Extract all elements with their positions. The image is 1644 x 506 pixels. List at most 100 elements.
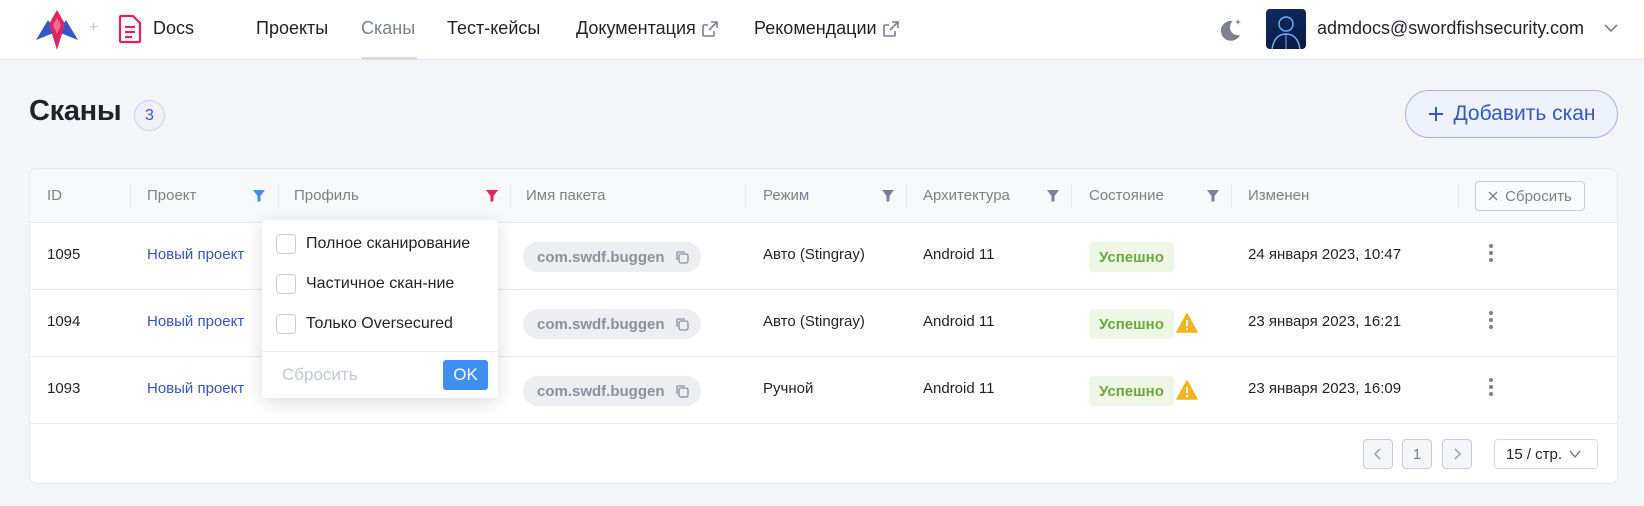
column-divider: [745, 184, 746, 208]
filter-option-label: Частичное скан-ние: [306, 275, 455, 292]
checkbox[interactable]: [276, 274, 296, 294]
scan-id: 1095: [47, 246, 81, 263]
plus-icon: [1429, 107, 1444, 121]
scan-architecture: Android 11: [923, 246, 995, 263]
scan-changed-date: 23 января 2023, 16:21: [1248, 313, 1402, 330]
scan-mode: Авто (Stingray): [763, 313, 865, 330]
filter-option-full-scan[interactable]: Полное сканирование: [276, 233, 470, 255]
filter-option-partial-scan[interactable]: Частичное скан-ние: [276, 273, 454, 295]
dropdown-divider: [262, 351, 498, 352]
filter-option-oversecured[interactable]: Только Oversecured: [276, 313, 453, 335]
column-header-architecture[interactable]: Архитектура: [923, 187, 1010, 204]
column-header-project[interactable]: Проект: [147, 187, 196, 204]
package-name: com.swdf.buggen: [537, 248, 665, 266]
app-name[interactable]: Docs: [153, 18, 194, 39]
scan-id: 1093: [47, 380, 81, 397]
nav-recommendations-label: Рекомендации: [754, 18, 877, 38]
add-scan-button[interactable]: Добавить скан: [1405, 90, 1618, 138]
plus-separator-icon: +: [89, 19, 99, 36]
scan-changed-date: 23 января 2023, 16:09: [1248, 380, 1402, 397]
scan-mode: Ручной: [763, 380, 814, 397]
external-link-icon: [701, 20, 718, 37]
package-name-chip: com.swdf.buggen: [523, 309, 701, 339]
status-filter-icon[interactable]: [1206, 189, 1220, 203]
nav-scans[interactable]: Сканы: [361, 18, 415, 39]
page-title: Сканы: [29, 95, 122, 127]
user-email[interactable]: admdocs@swordfishsecurity.com: [1317, 18, 1584, 39]
column-divider: [278, 184, 279, 208]
filter-option-label: Только Oversecured: [306, 315, 453, 332]
column-divider: [1231, 184, 1232, 208]
scan-architecture: Android 11: [923, 313, 995, 330]
package-name-chip: com.swdf.buggen: [523, 376, 701, 406]
next-page-button[interactable]: [1442, 439, 1472, 469]
table-header: ID Проект Профиль Имя пакета Режим Архит…: [30, 169, 1617, 223]
profile-filter-dropdown: Полное сканирование Частичное скан-ние Т…: [262, 220, 498, 398]
copy-icon[interactable]: [675, 317, 689, 331]
external-link-icon: [882, 20, 899, 37]
project-filter-icon[interactable]: [252, 189, 266, 203]
chevron-left-icon: [1373, 448, 1381, 460]
page-size-select[interactable]: 15 / стр.: [1494, 439, 1598, 469]
status-badge: Успешно: [1089, 242, 1174, 272]
nav-scans-label: Сканы: [361, 18, 416, 38]
reset-filters-button[interactable]: Сбросить: [1475, 181, 1585, 211]
scan-id: 1094: [47, 313, 81, 330]
status-badge: Успешно: [1089, 309, 1174, 339]
status-badge: Успешно: [1089, 376, 1174, 406]
more-actions-icon[interactable]: [1488, 377, 1494, 397]
checkbox[interactable]: [276, 234, 296, 254]
column-divider: [906, 184, 907, 208]
column-divider: [1071, 184, 1072, 208]
scan-mode: Авто (Stingray): [763, 246, 865, 263]
previous-page-button[interactable]: [1363, 439, 1393, 469]
nav-projects-label: Проекты: [256, 18, 329, 38]
filter-reset-button[interactable]: Сбросить: [282, 365, 358, 385]
nav-test-cases[interactable]: Тест-кейсы: [447, 18, 540, 39]
mode-filter-icon[interactable]: [881, 189, 895, 203]
project-link[interactable]: Новый проект: [147, 380, 244, 397]
more-actions-icon[interactable]: [1488, 243, 1494, 263]
column-divider: [130, 184, 131, 208]
package-name: com.swdf.buggen: [537, 315, 665, 333]
page-number-button[interactable]: 1: [1402, 439, 1432, 469]
column-header-id[interactable]: ID: [47, 187, 62, 204]
nav-test-cases-label: Тест-кейсы: [447, 18, 541, 38]
docs-app-icon[interactable]: [118, 14, 142, 44]
more-actions-icon[interactable]: [1488, 310, 1494, 330]
profile-filter-icon[interactable]: [485, 189, 499, 203]
nav-recommendations[interactable]: Рекомендации: [754, 18, 901, 39]
nav-projects[interactable]: Проекты: [256, 18, 328, 39]
reset-filters-label: Сбросить: [1505, 187, 1572, 205]
copy-icon[interactable]: [675, 250, 689, 264]
architecture-filter-icon[interactable]: [1046, 189, 1060, 203]
page-size-value: 15 / стр.: [1506, 445, 1563, 463]
column-header-package[interactable]: Имя пакета: [526, 187, 605, 204]
scan-changed-date: 24 января 2023, 10:47: [1248, 246, 1402, 263]
column-header-mode[interactable]: Режим: [763, 187, 809, 204]
project-link[interactable]: Новый проект: [147, 313, 244, 330]
active-nav-indicator: [361, 57, 417, 60]
project-link[interactable]: Новый проект: [147, 246, 244, 263]
nav-documentation-label: Документация: [576, 18, 696, 38]
user-avatar[interactable]: [1266, 9, 1306, 49]
warning-icon[interactable]: [1176, 380, 1198, 400]
package-name-chip: com.swdf.buggen: [523, 242, 701, 272]
dark-mode-toggle-icon[interactable]: [1216, 16, 1244, 44]
copy-icon[interactable]: [675, 384, 689, 398]
filter-ok-button[interactable]: OK: [443, 360, 488, 390]
column-divider: [1458, 184, 1459, 208]
warning-icon[interactable]: [1176, 313, 1198, 333]
checkbox[interactable]: [276, 314, 296, 334]
chevron-right-icon: [1454, 448, 1462, 460]
column-divider: [510, 184, 511, 208]
nav-documentation[interactable]: Документация: [576, 18, 720, 39]
column-header-profile[interactable]: Профиль: [294, 187, 359, 204]
scan-architecture: Android 11: [923, 380, 995, 397]
filter-option-label: Полное сканирование: [306, 235, 471, 252]
chevron-down-icon[interactable]: [1602, 19, 1620, 37]
swordfish-logo-icon[interactable]: [36, 10, 78, 50]
column-header-changed[interactable]: Изменен: [1248, 187, 1309, 204]
package-name: com.swdf.buggen: [537, 382, 665, 400]
column-header-status[interactable]: Состояние: [1089, 187, 1164, 204]
